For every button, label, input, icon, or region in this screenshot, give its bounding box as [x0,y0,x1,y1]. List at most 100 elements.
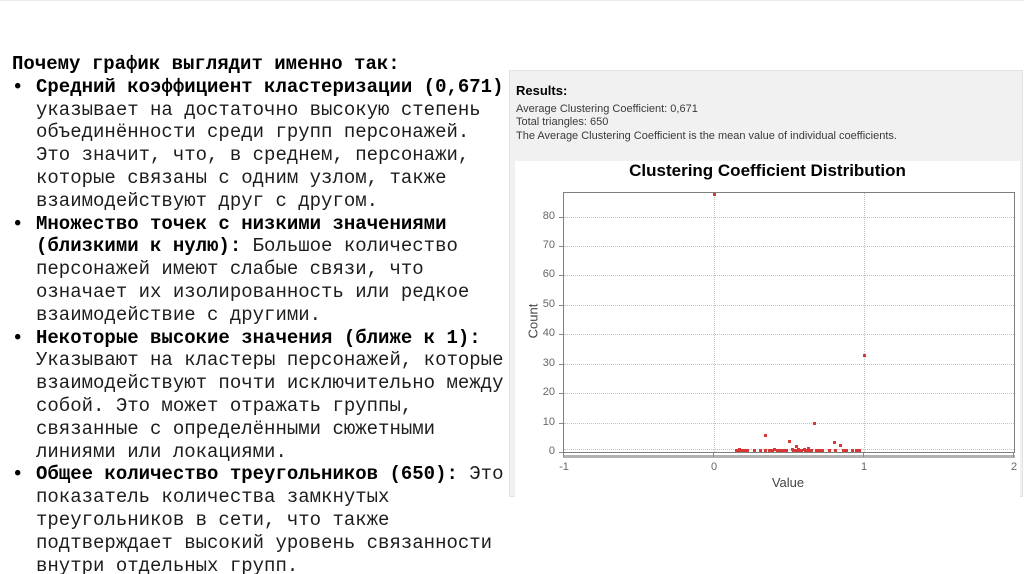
data-point [832,440,836,444]
clustering-chart: Clustering Coefficient Distribution Coun… [515,161,1020,497]
bullet-marker: • [12,326,24,349]
grid-line-v [714,193,715,452]
x-tick-mark [563,453,564,457]
x-axis-line [563,455,1015,458]
data-point [799,448,803,452]
bullet-item: • Множество точек с низкими значениями (бл… [12,213,512,327]
bullet-line: показатель количества замкнутых [36,486,390,509]
y-tick-label: 0 [548,445,555,457]
y-tick-label: 60 [542,268,555,280]
results-title: Results: [516,83,568,98]
results-panel: Results: Average Clustering Coefficient:… [509,70,1023,497]
data-point [810,449,813,452]
data-point [813,422,816,425]
x-tick-mark [863,453,864,457]
bullet-line: • Общее количество треугольников (650): Э… [12,463,504,486]
x-tick-mark [1013,453,1014,457]
left-notes: Почему график выглядит именно так: • Сред… [12,53,512,574]
bullet-line: связанные с определёнными сюжетными [36,417,436,440]
results-lines: Average Clustering Coefficient: 0,671 To… [516,103,897,143]
data-point [850,449,854,452]
y-tick-mark [559,246,563,247]
data-point [838,443,842,447]
bullet-line: указывает на достаточно высокую степень [36,98,481,121]
bullet-line: собой. Это может отражать группы, [36,394,413,417]
y-tick-label: 40 [542,327,555,339]
data-point [712,193,716,196]
bullet-line: которые связаны с одним узлом, также [36,166,447,189]
grid-line-h [564,423,1014,424]
grid-line-h [564,364,1014,365]
y-tick-label: 20 [542,386,555,398]
x-tick-label: -1 [559,461,569,473]
left-notes-bullets: • Средний коэффициент кластеризации (0,67… [12,76,512,574]
bullet-line: взаимодействие с другими. [36,303,322,326]
data-point [763,434,767,437]
plot-area [563,192,1015,453]
y-tick-mark [559,275,563,276]
data-point [834,448,837,452]
y-tick-mark [559,423,563,424]
results-line-avg-coefficient: Average Clustering Coefficient: 0,671 [516,103,698,115]
x-axis-label: Value [771,475,805,490]
bullet-item: • Общее количество треугольников (650): Э… [12,463,512,574]
bullet-line: подтверждает высокий уровень связанности [36,531,493,554]
bullet-line: линиями или локациями. [36,440,287,463]
data-point [844,448,848,452]
x-tick-label: 2 [1010,461,1018,473]
bullet-line: объединённости среди групп персонажей. [36,121,470,144]
bullet-line: внутри отдельных групп. [36,554,299,574]
bullet-marker: • [12,463,24,486]
y-tick-mark [559,334,563,335]
results-line-description: The Average Clustering Coefficient is th… [516,129,897,142]
bullet-line: • Средний коэффициент кластеризации (0,67… [12,75,504,98]
bullet-marker: • [12,212,24,235]
data-point [820,448,824,452]
y-tick-label: 10 [542,416,555,428]
x-tick-label: 1 [860,461,868,473]
grid-line-h [564,305,1014,306]
grid-line-v [864,193,865,452]
grid-line-h [564,334,1014,335]
results-line-total-triangles: Total triangles: 650 [516,116,609,129]
grid-line-h [564,246,1014,247]
grid-line-h [564,449,1014,450]
bullet-marker: • [12,75,24,98]
data-point [759,448,762,452]
y-tick-mark [559,364,563,365]
y-tick-label: 30 [542,357,555,369]
data-point [787,440,791,444]
chart-title: Clustering Coefficient Distribution [629,161,906,180]
y-tick-mark [559,305,563,306]
bullet-line: взаимодействуют почти исключительно межд… [36,372,504,395]
grid-line-h [564,275,1014,276]
data-point [828,449,831,452]
bullet-line: треугольников в сети, что также [36,508,390,531]
grid-line-h [564,217,1014,218]
bullet-line: персонажей имеют слабые связи, что [36,258,424,281]
y-tick-label: 70 [542,239,555,251]
page-top-divider [0,0,1024,1]
data-point [858,449,861,452]
grid-line-h [564,393,1014,394]
y-tick-mark [559,217,563,218]
bullet-line: означает их изолированность или редкое [36,280,470,303]
bullet-item: • Некоторые высокие значения (ближе к 1):… [12,327,512,464]
slide: Почему график выглядит именно так: • Сред… [0,0,1024,574]
bullet-line: (близкими к нулю): Большое количество [36,235,458,258]
bullet-line: Указывают на кластеры персонажей, которы… [36,349,504,372]
bullet-line: взаимодействуют друг с другом. [36,189,379,212]
x-tick-mark [713,453,714,457]
data-point [745,448,749,452]
bullet-line: • Некоторые высокие значения (ближе к 1): [12,326,481,349]
data-point [784,448,788,452]
notes-heading: Почему график выглядит именно так: [12,53,400,75]
data-point [753,449,756,452]
data-point [862,354,866,357]
bullet-line: • Множество точек с низкими значениями [12,212,447,235]
y-tick-label: 50 [542,298,555,310]
data-point [763,449,767,452]
bullet-item: • Средний коэффициент кластеризации (0,67… [12,76,512,213]
bullet-line: Это значит, что, в среднем, персонажи, [36,144,470,167]
y-tick-mark [559,393,563,394]
